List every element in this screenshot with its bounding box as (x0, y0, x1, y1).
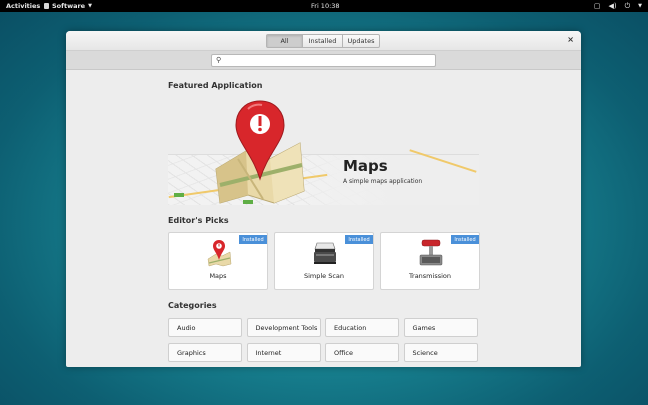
featured-app-description: A simple maps application (343, 178, 423, 185)
pick-card-maps[interactable]: Installed Maps (168, 232, 268, 290)
chevron-down-icon[interactable]: ▼ (638, 1, 642, 11)
featured-title: Featured Application (168, 81, 263, 90)
top-bar: Activities Software ▼ Fri 10:38 ▢ ◀) ⏻ ▼ (0, 0, 648, 12)
pick-label: Simple Scan (303, 272, 345, 280)
category-audio[interactable]: Audio (168, 318, 242, 337)
category-graphics[interactable]: Graphics (168, 343, 242, 362)
pick-card-simple-scan[interactable]: Installed Simple Scan (274, 232, 374, 290)
editors-picks-list: Installed Maps Installed Simple Scan Ins… (168, 232, 480, 290)
search-box[interactable]: ⚲ (211, 54, 436, 67)
category-development-tools[interactable]: Development Tools (246, 318, 321, 337)
clock[interactable]: Fri 10:38 (311, 2, 340, 10)
pick-label: Maps (209, 272, 227, 280)
category-internet[interactable]: Internet (246, 343, 321, 362)
search-icon: ⚲ (216, 56, 222, 64)
featured-app-name: Maps (343, 157, 388, 175)
power-icon[interactable]: ⏻ (625, 1, 631, 11)
software-bag-icon (44, 3, 49, 9)
search-input[interactable] (226, 56, 431, 66)
volume-icon[interactable]: ◀) (608, 1, 616, 11)
category-games[interactable]: Games (403, 318, 478, 337)
software-window: All Installed Updates × ⚲ Featured Appli… (66, 31, 581, 367)
tab-installed[interactable]: Installed (303, 34, 343, 48)
pick-card-transmission[interactable]: Installed Transmission (380, 232, 480, 290)
scanner-icon (314, 242, 336, 264)
pick-label: Transmission (409, 272, 451, 280)
category-office[interactable]: Office (325, 343, 399, 362)
installed-badge: Installed (239, 235, 267, 244)
maps-icon (215, 100, 305, 204)
tab-all[interactable]: All (266, 34, 303, 48)
search-bar: ⚲ (66, 51, 581, 70)
transmission-icon (419, 239, 443, 266)
app-menu[interactable]: Software ▼ (44, 2, 92, 10)
chevron-down-icon: ▼ (88, 3, 92, 9)
system-tray[interactable]: ▢ ◀) ⏻ ▼ (594, 1, 642, 11)
window-icon[interactable]: ▢ (594, 1, 601, 11)
app-menu-label: Software (52, 2, 86, 10)
maps-icon (207, 240, 232, 267)
activities-button[interactable]: Activities (6, 2, 40, 10)
categories-title: Categories (168, 301, 217, 310)
categories-grid: Audio Development Tools Education Games … (168, 318, 478, 362)
featured-banner[interactable]: Maps A simple maps application (168, 99, 479, 205)
view-switcher: All Installed Updates (266, 34, 380, 48)
header-bar: All Installed Updates × (66, 31, 581, 51)
editors-picks-title: Editor's Picks (168, 216, 229, 225)
installed-badge: Installed (451, 235, 479, 244)
close-icon[interactable]: × (567, 35, 574, 44)
category-education[interactable]: Education (325, 318, 399, 337)
tab-updates[interactable]: Updates (343, 34, 380, 48)
installed-badge: Installed (345, 235, 373, 244)
category-science[interactable]: Science (403, 343, 478, 362)
